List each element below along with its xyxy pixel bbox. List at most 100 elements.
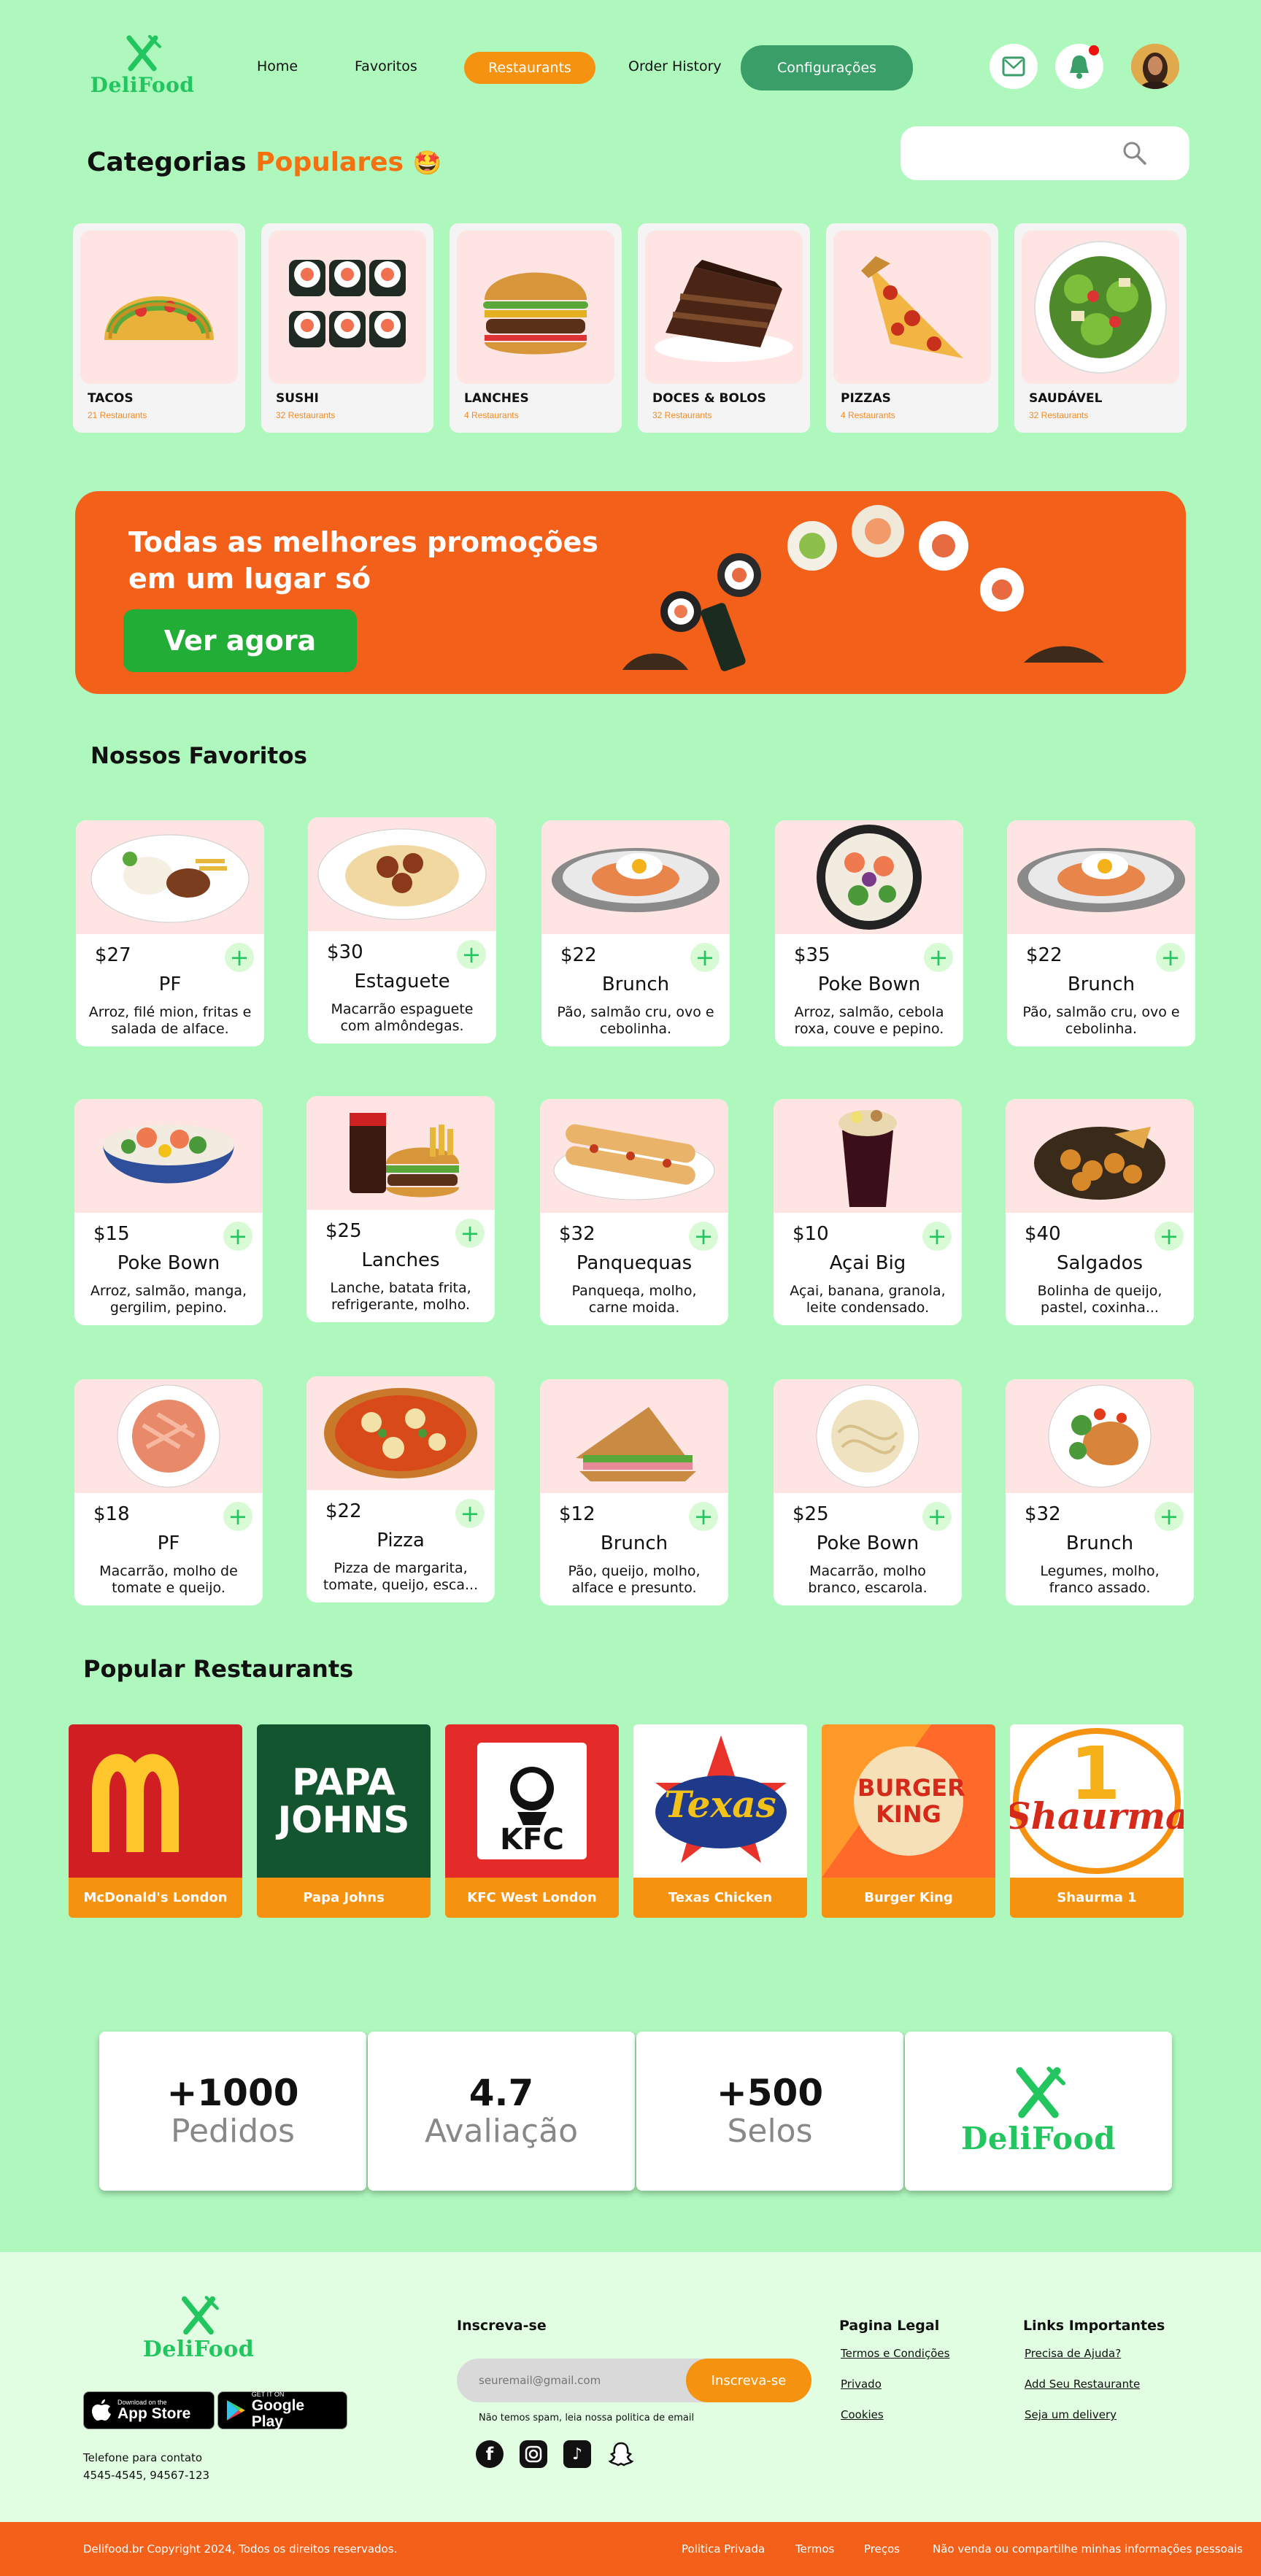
nav-favorites[interactable]: Favoritos	[355, 58, 417, 74]
category-count: 32 Restaurants	[1029, 410, 1089, 420]
food-image	[306, 1376, 495, 1490]
fork-knife-icon	[181, 2296, 219, 2335]
link-add-restaurant[interactable]: Add Seu Restaurante	[1025, 2378, 1140, 2391]
footer: DeliFood Download on the App Store GET IT…	[0, 2252, 1261, 2522]
nav-order-history[interactable]: Order History	[628, 58, 722, 74]
add-to-cart-button[interactable]: +	[1156, 943, 1185, 972]
add-to-cart-button[interactable]: +	[924, 943, 953, 972]
stat-seals: +500 Selos	[636, 2032, 903, 2191]
search-icon[interactable]	[1121, 139, 1149, 167]
snapchat-icon[interactable]	[607, 2440, 635, 2468]
food-price: $27	[95, 944, 131, 966]
instagram-icon[interactable]	[520, 2440, 547, 2468]
brand-logo[interactable]: DeliFood	[90, 35, 194, 97]
food-card[interactable]: $25 + Poke Bown Macarrão, molho branco, …	[774, 1379, 962, 1605]
link-do-not-sell[interactable]: Não venda ou compartilhe minhas informaç…	[933, 2542, 1243, 2556]
banner-text: Todas as melhores promoções em um lugar …	[128, 526, 598, 595]
food-price: $10	[793, 1223, 829, 1245]
subscribe-button[interactable]: Inscreva-se	[686, 2359, 811, 2402]
food-image	[306, 1096, 495, 1210]
footer-logo[interactable]: DeliFood	[143, 2296, 254, 2362]
restaurants-title: Popular Restaurants	[83, 1655, 354, 1683]
restaurant-card-shaurma[interactable]: 1 Shaurma Shaurma 1	[1010, 1724, 1184, 1918]
food-card[interactable]: $32 + Panquequas Panqueqa, molho, carne …	[540, 1099, 728, 1325]
food-card[interactable]: $22 + Brunch Pão, salmão cru, ovo e cebo…	[1007, 820, 1195, 1046]
nav-settings[interactable]: Configurações	[741, 45, 913, 90]
add-to-cart-button[interactable]: +	[455, 1499, 485, 1528]
link-privacy[interactable]: Privado	[841, 2378, 882, 2391]
add-to-cart-button[interactable]: +	[1154, 1222, 1184, 1251]
tiktok-icon[interactable]: ♪	[563, 2440, 591, 2468]
bottom-bar: Delifood.br Copyright 2024, Todos os dir…	[0, 2522, 1261, 2576]
category-card-saudavel[interactable]: SAUDÁVEL 32 Restaurants	[1014, 223, 1187, 433]
restaurant-card-texaschicken[interactable]: Texas Texas Chicken	[633, 1724, 807, 1918]
sandwich-image	[576, 1407, 696, 1481]
add-to-cart-button[interactable]: +	[1154, 1502, 1184, 1531]
food-card[interactable]: $12 + Brunch Pão, queijo, molho, alface …	[540, 1379, 728, 1605]
food-description: Açai, banana, granola, leite condensado.	[790, 1283, 946, 1316]
link-prices[interactable]: Preços	[864, 2542, 900, 2556]
add-to-cart-button[interactable]: +	[689, 1502, 718, 1531]
food-card[interactable]: $22 + Brunch Pão, salmão cru, ovo e cebo…	[541, 820, 730, 1046]
food-image	[774, 1379, 962, 1493]
food-title: Poke Bown	[817, 973, 921, 995]
category-card-tacos[interactable]: TACOS 21 Restaurants	[73, 223, 245, 433]
restaurant-card-burgerking[interactable]: BURGER KING Burger King	[822, 1724, 995, 1918]
link-terms-bottom[interactable]: Termos	[795, 2542, 834, 2556]
food-image	[775, 820, 963, 934]
food-card[interactable]: $32 + Brunch Legumes, molho, franco assa…	[1006, 1379, 1194, 1605]
link-terms[interactable]: Termos e Condições	[841, 2347, 949, 2360]
food-card[interactable]: $22 + Pizza Pizza de margarita, tomate, …	[306, 1376, 495, 1603]
link-be-delivery[interactable]: Seja um delivery	[1025, 2408, 1117, 2421]
add-to-cart-button[interactable]: +	[690, 943, 720, 972]
avatar[interactable]	[1131, 44, 1179, 89]
food-card[interactable]: $40 + Salgados Bolinha de queijo, pastel…	[1006, 1099, 1194, 1325]
food-card[interactable]: $30 + Estaguete Macarrão espaguete com a…	[308, 817, 496, 1044]
food-card[interactable]: $18 + PF Macarrão, molho de tomate e que…	[74, 1379, 263, 1605]
food-card[interactable]: $25 + Lanches Lanche, batata frita, refr…	[306, 1096, 495, 1322]
food-image	[541, 820, 730, 934]
google-play-button[interactable]: GET IT ON Google Play	[217, 2391, 347, 2430]
category-card-pizzas[interactable]: PIZZAS 4 Restaurants	[826, 223, 998, 433]
facebook-icon[interactable]: f	[476, 2440, 504, 2468]
add-to-cart-button[interactable]: +	[922, 1502, 952, 1531]
category-card-lanches[interactable]: LANCHES 4 Restaurants	[450, 223, 622, 433]
link-cookies[interactable]: Cookies	[841, 2408, 884, 2421]
mail-button[interactable]	[990, 44, 1038, 89]
restaurant-card-papajohns[interactable]: PAPA JOHNS Papa Johns	[257, 1724, 431, 1918]
add-to-cart-button[interactable]: +	[225, 943, 254, 972]
restaurant-card-kfc[interactable]: KFC KFC West London	[445, 1724, 619, 1918]
nav-restaurants[interactable]: Restaurants	[464, 52, 595, 84]
category-card-doces[interactable]: DOCES & BOLOS 32 Restaurants	[638, 223, 810, 433]
food-card[interactable]: $15 + Poke Bown Arroz, salmão, manga, ge…	[74, 1099, 263, 1325]
add-to-cart-button[interactable]: +	[922, 1222, 952, 1251]
brunch-image	[1017, 848, 1185, 912]
food-description: Arroz, salmão, cebola roxa, couve e pepi…	[794, 1004, 944, 1037]
category-name: LANCHES	[464, 391, 529, 406]
add-to-cart-button[interactable]: +	[455, 1219, 485, 1248]
add-to-cart-button[interactable]: +	[223, 1502, 252, 1531]
add-to-cart-button[interactable]: +	[457, 940, 486, 969]
food-title: Poke Bown	[117, 1252, 220, 1274]
food-card[interactable]: $10 + Açai Big Açai, banana, granola, le…	[774, 1099, 962, 1325]
food-price: $25	[793, 1503, 829, 1525]
category-card-sushi[interactable]: SUSHI 32 Restaurants	[261, 223, 433, 433]
apple-icon	[92, 2399, 111, 2421]
nav-home[interactable]: Home	[257, 58, 298, 74]
link-help[interactable]: Precisa de Ajuda?	[1025, 2347, 1121, 2360]
link-privacy-policy[interactable]: Politica Privada	[682, 2542, 765, 2556]
texaschicken-logo: Texas	[633, 1724, 807, 1878]
search-box[interactable]	[901, 126, 1189, 180]
restaurant-card-mcdonalds[interactable]: McDonald's London	[69, 1724, 242, 1918]
food-card[interactable]: $27 + PF Arroz, filé mion, fritas e sala…	[76, 820, 264, 1046]
email-input[interactable]	[479, 2369, 683, 2391]
app-store-button[interactable]: Download on the App Store	[83, 2391, 215, 2429]
see-now-button[interactable]: Ver agora	[123, 609, 357, 672]
food-card[interactable]: $35 + Poke Bown Arroz, salmão, cebola ro…	[775, 820, 963, 1046]
category-name: SUSHI	[276, 391, 319, 406]
notification-button[interactable]	[1055, 44, 1103, 89]
food-price: $32	[1025, 1503, 1061, 1525]
add-to-cart-button[interactable]: +	[689, 1222, 718, 1251]
add-to-cart-button[interactable]: +	[223, 1222, 252, 1251]
food-price: $12	[559, 1503, 595, 1525]
